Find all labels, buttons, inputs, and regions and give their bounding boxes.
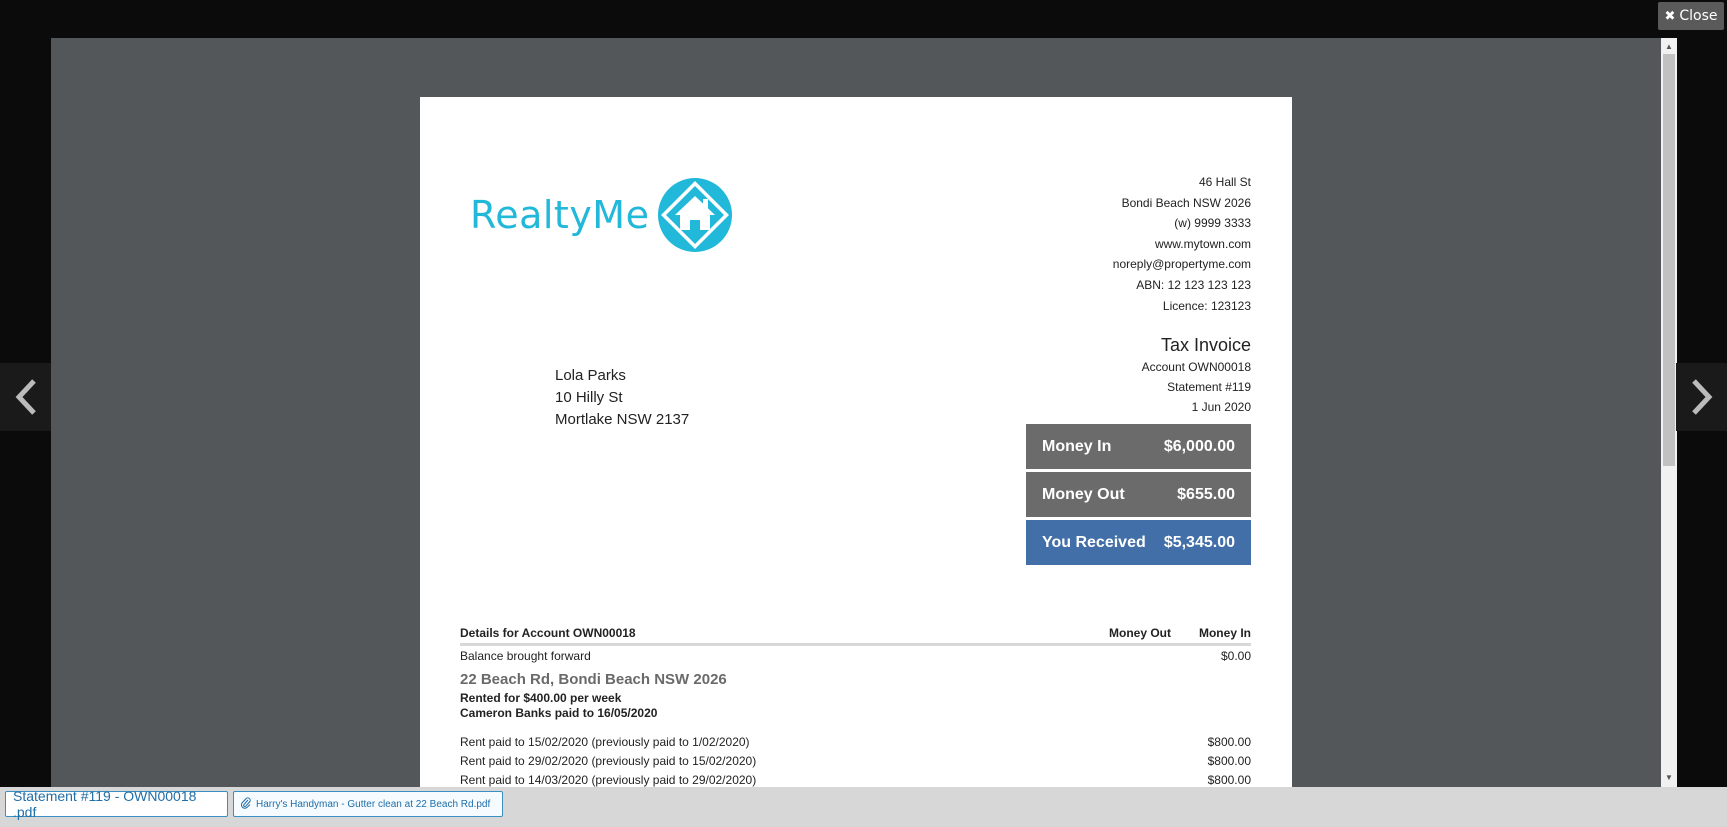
balance-row: Balance brought forward $0.00: [460, 646, 1251, 665]
property-tenant: Cameron Banks paid to 16/05/2020: [460, 706, 658, 720]
agency-logo: RealtyMe: [470, 177, 733, 253]
details-header-row: Details for Account OWN00018 Money Out M…: [460, 625, 1251, 646]
property-rent: Rented for $400.00 per week: [460, 691, 622, 705]
agency-phone: (w) 9999 3333: [1174, 216, 1251, 231]
house-logo-icon: [658, 178, 733, 252]
next-document-button[interactable]: [1676, 363, 1727, 431]
document-viewer[interactable]: RealtyMe 46 Hall St Bondi Beach NSW 2026…: [51, 38, 1661, 787]
transaction-label: Rent paid to 14/03/2020 (previously paid…: [460, 772, 757, 787]
agency-details: 46 Hall St Bondi Beach NSW 2026 (w) 9999…: [1113, 172, 1251, 316]
close-button[interactable]: ✖ Close: [1658, 2, 1724, 30]
money-in-value: $6,000.00: [1163, 437, 1235, 455]
you-received-value: $5,345.00: [1163, 533, 1235, 551]
invoice-date: 1 Jun 2020: [1191, 400, 1251, 414]
account-details: Details for Account OWN00018 Money Out M…: [460, 625, 1251, 787]
money-out-column-header: Money Out: [1109, 626, 1171, 640]
transaction-amount: $800.00: [1207, 734, 1251, 749]
transaction-amount: $800.00: [1207, 772, 1251, 787]
scrollbar-thumb[interactable]: [1663, 54, 1675, 466]
scroll-down-icon[interactable]: ▼: [1661, 771, 1677, 785]
transaction-amount: $800.00: [1207, 753, 1251, 768]
close-label: Close: [1679, 8, 1718, 24]
transaction-row: Rent paid to 29/02/2020 (previously paid…: [460, 751, 1251, 770]
money-in-row: Money In $6,000.00: [1026, 424, 1251, 469]
scroll-up-icon[interactable]: ▲: [1661, 40, 1677, 54]
attachment-tab-statement[interactable]: Statement #119 - OWN00018 .pdf: [5, 788, 228, 820]
money-out-row: Money Out $655.00: [1026, 472, 1251, 517]
agency-address-line: 46 Hall St: [1198, 175, 1251, 189]
invoice-title: Tax Invoice: [1160, 335, 1251, 355]
transaction-label: Rent paid to 29/02/2020 (previously paid…: [460, 753, 757, 768]
balance-label: Balance brought forward: [460, 648, 591, 663]
money-in-label: Money In: [1042, 437, 1112, 455]
attachment-bar: Statement #119 - OWN00018 .pdf Harry's H…: [0, 787, 1727, 827]
money-out-label: Money Out: [1042, 485, 1125, 503]
transaction-row: Rent paid to 15/02/2020 (previously paid…: [460, 732, 1251, 751]
chevron-left-icon: [15, 379, 36, 415]
recipient-address: Lola Parks 10 Hilly St Mortlake NSW 2137: [555, 365, 689, 431]
attachment-tab-label: Statement #119 - OWN00018 .pdf: [13, 788, 197, 820]
invoice-statement-number: Statement #119: [1167, 380, 1251, 394]
recipient-name: Lola Parks: [555, 367, 626, 384]
agency-website: www.mytown.com: [1154, 236, 1251, 251]
invoice-account: Account OWN00018: [1141, 360, 1251, 374]
paperclip-icon: [240, 796, 251, 812]
you-received-label: You Received: [1042, 533, 1146, 551]
agency-licence: Licence: 123123: [1162, 298, 1251, 313]
money-summary: Money In $6,000.00 Money Out $655.00 You…: [1026, 424, 1251, 568]
details-heading: Details for Account OWN00018: [460, 626, 636, 640]
previous-document-button[interactable]: [0, 363, 51, 431]
money-out-value: $655.00: [1177, 485, 1235, 503]
attachment-tab-label: Harry's Handyman - Gutter clean at 22 Be…: [256, 798, 491, 810]
logo-text: RealtyMe: [470, 193, 650, 237]
invoice-header: Tax Invoice Account OWN00018 Statement #…: [1142, 333, 1251, 417]
close-icon: ✖: [1664, 8, 1676, 24]
you-received-row: You Received $5,345.00: [1026, 520, 1251, 565]
recipient-street: 10 Hilly St: [555, 389, 623, 406]
transaction-label: Rent paid to 15/02/2020 (previously paid…: [460, 734, 750, 749]
property-address: 22 Beach Rd, Bondi Beach NSW 2026: [460, 671, 727, 688]
agency-email: noreply@propertyme.com: [1112, 257, 1251, 272]
statement-page: RealtyMe 46 Hall St Bondi Beach NSW 2026…: [420, 97, 1292, 787]
transaction-row: Rent paid to 14/03/2020 (previously paid…: [460, 770, 1251, 787]
balance-amount: $0.00: [1220, 648, 1251, 663]
agency-abn: ABN: 12 123 123 123: [1136, 277, 1251, 292]
attachment-tab-handyman[interactable]: Harry's Handyman - Gutter clean at 22 Be…: [233, 791, 503, 817]
viewer-scrollbar[interactable]: ▲ ▼: [1661, 38, 1677, 787]
chevron-right-icon: [1691, 379, 1712, 415]
agency-address-line: Bondi Beach NSW 2026: [1121, 195, 1251, 210]
money-in-column-header: Money In: [1198, 626, 1251, 640]
recipient-suburb: Mortlake NSW 2137: [555, 411, 690, 428]
